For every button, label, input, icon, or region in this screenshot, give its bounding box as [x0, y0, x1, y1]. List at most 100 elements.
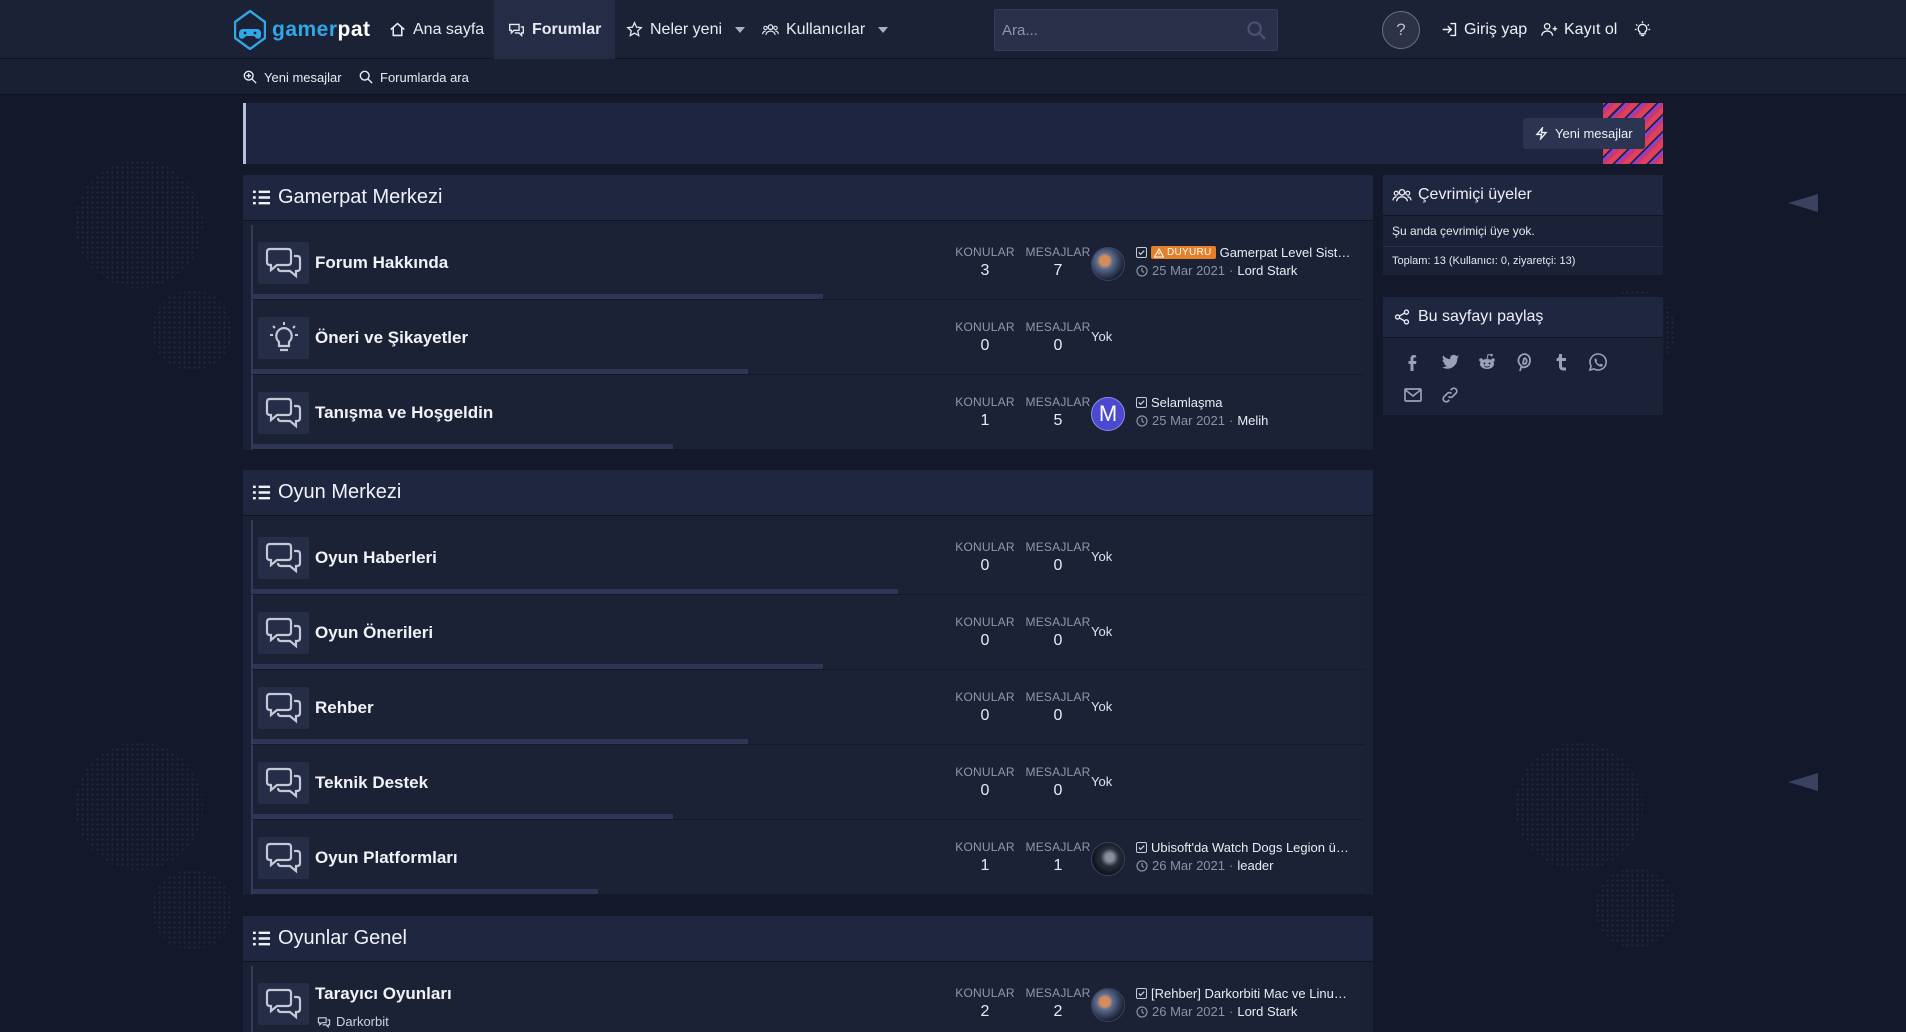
node-progress-bar: [253, 664, 823, 669]
threads-count: 2: [980, 1003, 990, 1020]
forum-node[interactable]: Forum Hakkında KONULAR 3 MESAJLAR 7 DUYURU…: [251, 225, 1365, 300]
node-title[interactable]: Öneri ve Şikayetler: [315, 328, 468, 348]
last-post-user[interactable]: Melih: [1237, 413, 1268, 428]
subnav-new-posts[interactable]: Yeni mesajlar: [243, 59, 342, 95]
avatar[interactable]: [1091, 988, 1125, 1022]
last-post-meta: 26 Mar 2021 · leader: [1136, 858, 1273, 873]
background-triangle: [1788, 194, 1818, 212]
last-post-title[interactable]: Ubisoft'da Watch Dogs Legion ücretsiz: [1151, 840, 1351, 855]
search-input[interactable]: [995, 10, 1277, 50]
meta-separator: ·: [1229, 1004, 1234, 1019]
node-threads-stat: KONULAR 0: [950, 690, 1020, 725]
category-block: Oyun Merkezi Oyun Haberleri KONULAR 0 MES…: [243, 470, 1373, 895]
help-button[interactable]: ?: [1382, 11, 1420, 49]
list-icon: [252, 190, 271, 205]
node-threads-stat: KONULAR 3: [950, 245, 1020, 280]
users-icon: [762, 24, 779, 36]
chevron-down-icon[interactable]: [735, 26, 746, 33]
node-messages-stat: MESAJLAR 0: [1023, 765, 1093, 800]
threads-label: KONULAR: [955, 615, 1015, 629]
reddit-icon[interactable]: [1477, 352, 1497, 372]
tumblr-icon[interactable]: [1551, 352, 1571, 372]
node-title[interactable]: Oyun Önerileri: [315, 623, 433, 643]
node-icon-box: [258, 983, 309, 1025]
node-progress-bar: [253, 814, 673, 819]
facebook-icon[interactable]: [1403, 352, 1423, 372]
nav-members[interactable]: Kullanıcılar: [748, 0, 902, 59]
node-title[interactable]: Oyun Haberleri: [315, 548, 437, 568]
last-post-title-line[interactable]: DUYURU Gamerpat Level Sistemi: [1136, 245, 1351, 260]
link-icon[interactable]: [1440, 385, 1460, 405]
nav-forums[interactable]: Forumlar: [494, 0, 616, 59]
forum-node[interactable]: Öneri ve Şikayetler KONULAR 0 MESAJLAR 0 Y…: [251, 300, 1365, 375]
online-members-total-text: Toplam: 13 (Kullanıcı: 0, ziyaretçi: 13): [1392, 255, 1576, 267]
node-icon-box: [258, 687, 309, 729]
site-logo[interactable]: gamerpat: [234, 9, 371, 51]
node-title[interactable]: Forum Hakkında: [315, 253, 448, 273]
forum-node[interactable]: Oyun Haberleri KONULAR 0 MESAJLAR 0 Yok: [251, 520, 1365, 595]
nav-forums-label: Forumlar: [532, 20, 602, 38]
avatar[interactable]: M: [1091, 397, 1125, 431]
last-post-title[interactable]: Gamerpat Level Sistemi: [1220, 245, 1351, 260]
node-title[interactable]: Oyun Platformları: [315, 848, 458, 868]
last-post-date[interactable]: 26 Mar 2021: [1152, 858, 1225, 873]
last-post-date[interactable]: 26 Mar 2021: [1152, 1004, 1225, 1019]
share-page-header[interactable]: Bu sayfayı paylaş: [1383, 297, 1663, 338]
pinterest-icon[interactable]: [1514, 352, 1534, 372]
last-post-title-line[interactable]: Ubisoft'da Watch Dogs Legion ücretsiz: [1136, 840, 1351, 855]
messages-label: MESAJLAR: [1025, 690, 1091, 704]
node-title[interactable]: Rehber: [315, 698, 374, 718]
threads-label: KONULAR: [955, 245, 1015, 259]
node-title[interactable]: Tanışma ve Hoşgeldin: [315, 403, 493, 423]
email-icon[interactable]: [1403, 385, 1423, 405]
node-title[interactable]: Tarayıcı Oyunları: [315, 984, 452, 1004]
avatar[interactable]: [1091, 247, 1125, 281]
category-header[interactable]: Gamerpat Merkezi: [243, 175, 1373, 221]
share-icons: [1383, 338, 1663, 415]
last-post-title-line[interactable]: [Rehber] Darkorbiti Mac ve Linux'ta oyna…: [1136, 986, 1351, 1001]
comments-icon: [317, 1016, 331, 1028]
forum-node[interactable]: Oyun Önerileri KONULAR 0 MESAJLAR 0 Yok: [251, 595, 1365, 670]
share-page-block: Bu sayfayı paylaş: [1383, 297, 1663, 415]
star-icon: [626, 21, 643, 37]
forum-node[interactable]: Oyun Platformları KONULAR 1 MESAJLAR 1 Ubi…: [251, 820, 1365, 895]
forum-node[interactable]: Tanışma ve Hoşgeldin KONULAR 1 MESAJLAR 5 …: [251, 375, 1365, 450]
search-box[interactable]: [994, 9, 1278, 51]
last-post-title-line[interactable]: Selamlaşma: [1136, 395, 1351, 410]
last-post-user[interactable]: leader: [1237, 858, 1273, 873]
subforum-link[interactable]: Darkorbit: [317, 1014, 389, 1029]
style-toggle[interactable]: [1634, 0, 1651, 59]
register-link[interactable]: Kayıt ol: [1541, 0, 1617, 59]
node-threads-stat: KONULAR 0: [950, 615, 1020, 650]
last-post-date[interactable]: 25 Mar 2021: [1152, 413, 1225, 428]
node-threads-stat: KONULAR 2: [950, 986, 1020, 1021]
last-post-date[interactable]: 25 Mar 2021: [1152, 263, 1225, 278]
new-posts-button[interactable]: Yeni mesajlar: [1523, 118, 1645, 149]
forum-node[interactable]: Rehber KONULAR 0 MESAJLAR 0 Yok: [251, 670, 1365, 745]
chevron-down-icon[interactable]: [878, 26, 889, 33]
subnav-search-forums[interactable]: Forumlarda ara: [359, 59, 469, 95]
twitter-icon[interactable]: [1440, 352, 1460, 372]
last-post-title[interactable]: Selamlaşma: [1151, 395, 1223, 410]
node-icon-box: [258, 537, 309, 579]
node-messages-stat: MESAJLAR 0: [1023, 690, 1093, 725]
category-header[interactable]: Oyunlar Genel: [243, 916, 1373, 962]
forum-node[interactable]: Tarayıcı Oyunları Darkorbit KONULAR 2 MES…: [251, 966, 1365, 1032]
login-link[interactable]: Giriş yap: [1441, 0, 1527, 59]
last-post-title[interactable]: [Rehber] Darkorbiti Mac ve Linux'ta oyna…: [1151, 986, 1351, 1001]
forum-node[interactable]: Teknik Destek KONULAR 0 MESAJLAR 0 Yok: [251, 745, 1365, 820]
nav-whats-new[interactable]: Neler yeni: [612, 0, 759, 59]
search-icon[interactable]: [1246, 20, 1267, 41]
node-title[interactable]: Teknik Destek: [315, 773, 428, 793]
messages-count: 1: [1053, 857, 1063, 874]
category-header[interactable]: Oyun Merkezi: [243, 470, 1373, 516]
background-dot-circle: [152, 290, 232, 370]
nav-home[interactable]: Ana sayfa: [375, 0, 498, 59]
last-post-user[interactable]: Lord Stark: [1237, 263, 1297, 278]
online-members-header[interactable]: Çevrimiçi üyeler: [1383, 175, 1663, 216]
avatar[interactable]: [1091, 842, 1125, 876]
last-post-user[interactable]: Lord Stark: [1237, 1004, 1297, 1019]
clock-icon: [1136, 859, 1148, 872]
whatsapp-icon[interactable]: [1588, 352, 1608, 372]
messages-count: 0: [1053, 557, 1063, 574]
